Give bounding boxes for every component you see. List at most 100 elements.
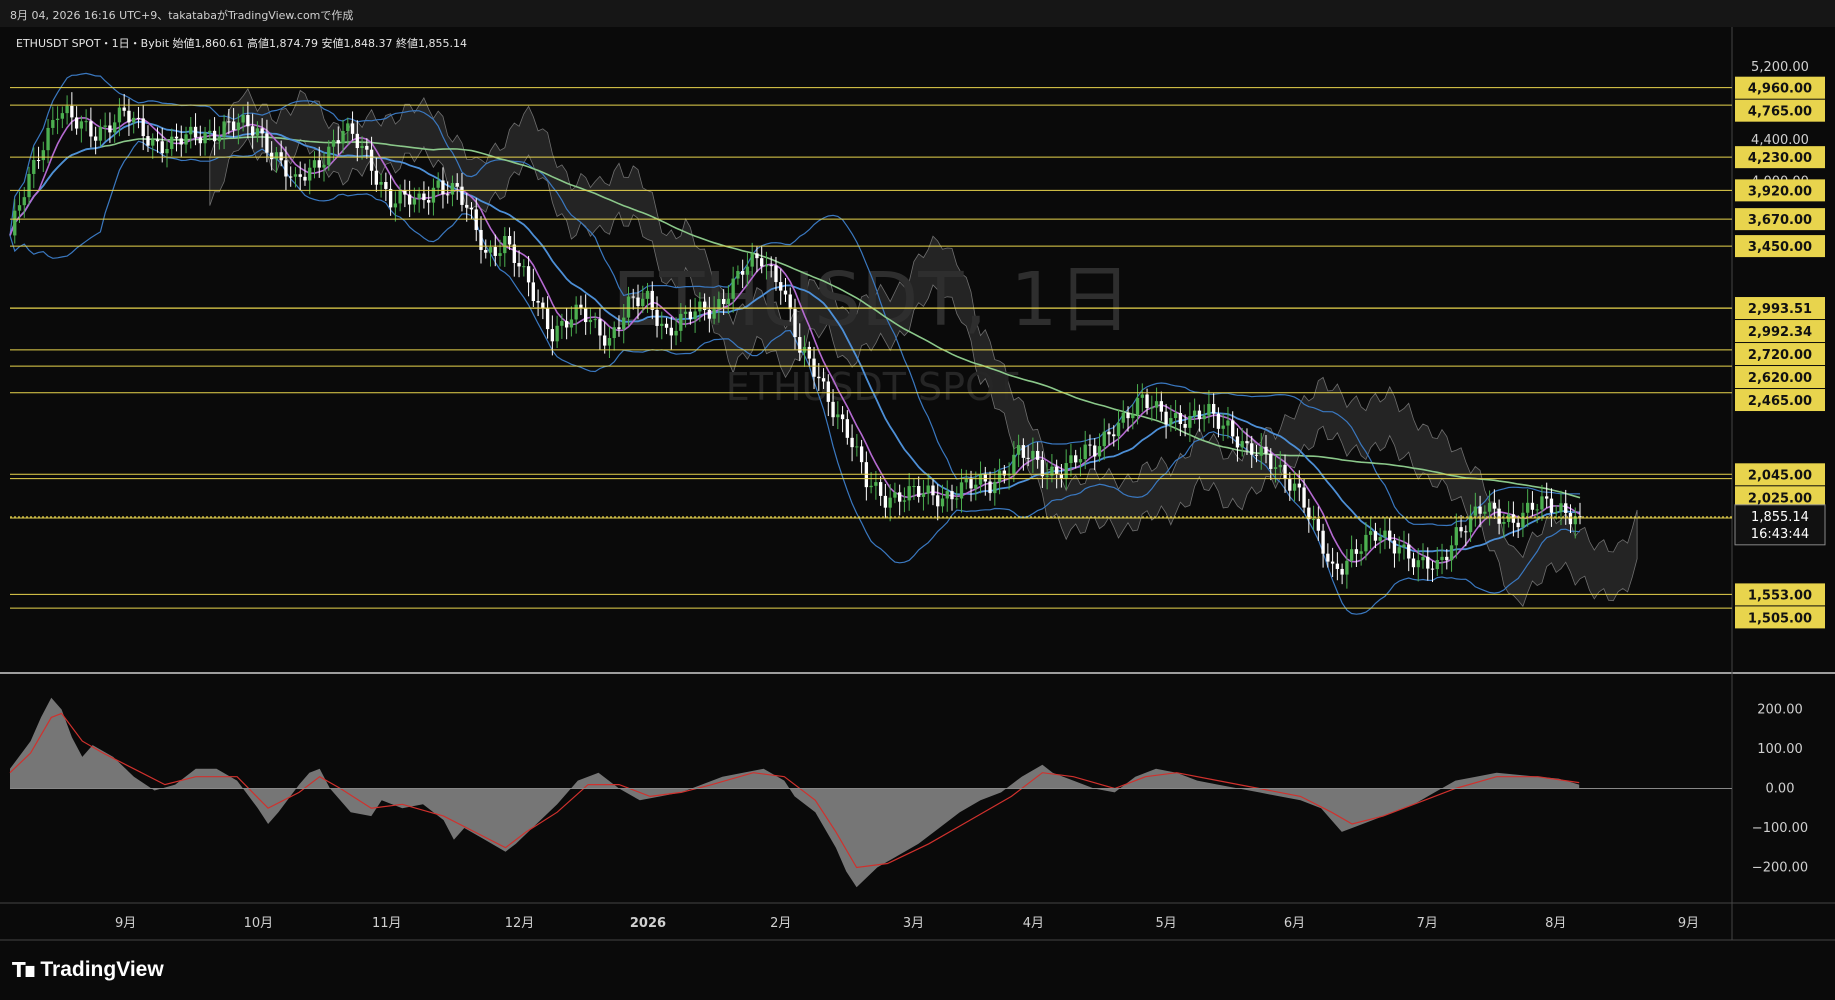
level-label: 2,992.34 (1748, 325, 1812, 340)
candle-body (22, 197, 26, 206)
candle-body (1112, 434, 1116, 437)
candle-body (1097, 446, 1102, 457)
candle-body (607, 338, 612, 346)
candle-body (1188, 416, 1192, 428)
candle-body (1259, 446, 1263, 456)
candle-body (769, 265, 773, 267)
tradingview-logo[interactable]: T∎ TradingView (12, 958, 164, 982)
time-tick-label: 10月 (244, 916, 274, 931)
time-tick-label: 3月 (903, 916, 924, 931)
candle-body (1231, 420, 1235, 437)
candle-body (298, 174, 302, 177)
candle-body (1021, 445, 1026, 458)
candle-body (836, 414, 840, 418)
candle-body (208, 130, 212, 133)
candle-body (541, 302, 545, 308)
candle-body (308, 167, 312, 181)
candle-body (731, 278, 735, 299)
time-tick-label: 9月 (115, 916, 136, 931)
candle-body (821, 378, 826, 382)
candle-body (902, 500, 907, 502)
candle-body (736, 270, 740, 279)
candle-body (859, 446, 864, 463)
candle-body (427, 200, 431, 203)
candle-body (617, 327, 621, 330)
candle-body (1540, 496, 1544, 510)
candle-body (312, 160, 317, 168)
candle-body (174, 136, 179, 139)
time-tick-label: 9月 (1678, 916, 1699, 931)
candle-body (1107, 431, 1111, 435)
candle-body (1126, 412, 1130, 419)
level-label: 3,920.00 (1748, 184, 1812, 199)
candle-body (1207, 403, 1211, 416)
candle-body (1392, 540, 1397, 554)
candle-body (974, 484, 978, 489)
candle-body (1516, 522, 1520, 528)
candle-body (1321, 530, 1325, 554)
candle-body (51, 120, 55, 128)
candle-body (1069, 455, 1073, 464)
candle-body (355, 133, 359, 149)
candle-body (74, 117, 79, 129)
candle-body (917, 486, 921, 497)
candle-body (360, 145, 364, 149)
candle-body (569, 319, 574, 328)
candle-body (564, 321, 569, 328)
candle-body (907, 486, 911, 501)
candle-body (1416, 560, 1420, 568)
price-chart[interactable]: ETHUSDT, 1日ETHUSDT SPOT5,200.004,400.004… (0, 0, 1835, 1000)
candle-body (1197, 410, 1202, 420)
candle-body (398, 190, 402, 204)
candle-body (1316, 519, 1320, 531)
candle-body (1173, 413, 1178, 419)
candle-body (1373, 531, 1378, 541)
candle-body (1478, 506, 1482, 514)
candle-body (60, 113, 64, 119)
candle-body (1421, 556, 1425, 561)
candle-body (945, 491, 949, 499)
candle-body (1273, 467, 1278, 469)
candle-body (103, 125, 107, 127)
candle-body (117, 107, 122, 123)
candle-body (1330, 561, 1335, 564)
candle-body (46, 127, 50, 151)
candle-body (1378, 537, 1382, 541)
candle-body (388, 188, 393, 208)
candle-body (702, 301, 707, 311)
candle-body (274, 152, 279, 160)
candle-body (1530, 502, 1535, 510)
candle-body (1359, 551, 1363, 554)
candle-body (79, 121, 84, 129)
candle-body (250, 126, 255, 136)
candle-body (550, 329, 555, 342)
candle-body (184, 134, 188, 145)
candle-body (1364, 534, 1368, 552)
candle-body (1178, 413, 1183, 424)
level-label: 2,465.00 (1748, 394, 1812, 409)
candle-body (1154, 401, 1159, 408)
ichimoku-cloud (209, 87, 1638, 608)
candle-body (365, 145, 369, 150)
candle-body (488, 247, 493, 253)
candle-body (721, 299, 726, 305)
candle-body (227, 121, 231, 123)
level-label: 1,553.00 (1748, 588, 1812, 603)
candle-body (517, 262, 521, 267)
candle-body (574, 304, 578, 320)
candle-body (474, 209, 478, 230)
candle-body (545, 307, 550, 330)
candle-body (203, 132, 207, 144)
symbol-legend: ETHUSDT SPOT・1日・Bybit 始値1,860.61 高値1,874… (16, 37, 467, 50)
candle-body (260, 128, 264, 134)
candle-body (98, 126, 103, 141)
candle-body (536, 301, 540, 303)
candle-body (1116, 422, 1121, 437)
candle-body (593, 319, 597, 321)
candle-body (526, 266, 531, 283)
candle-body (1445, 556, 1449, 561)
last-price-value: 1,855.14 (1751, 510, 1809, 525)
time-tick-label: 2月 (770, 916, 791, 931)
candle-body (650, 290, 654, 310)
candle-body (270, 152, 274, 160)
